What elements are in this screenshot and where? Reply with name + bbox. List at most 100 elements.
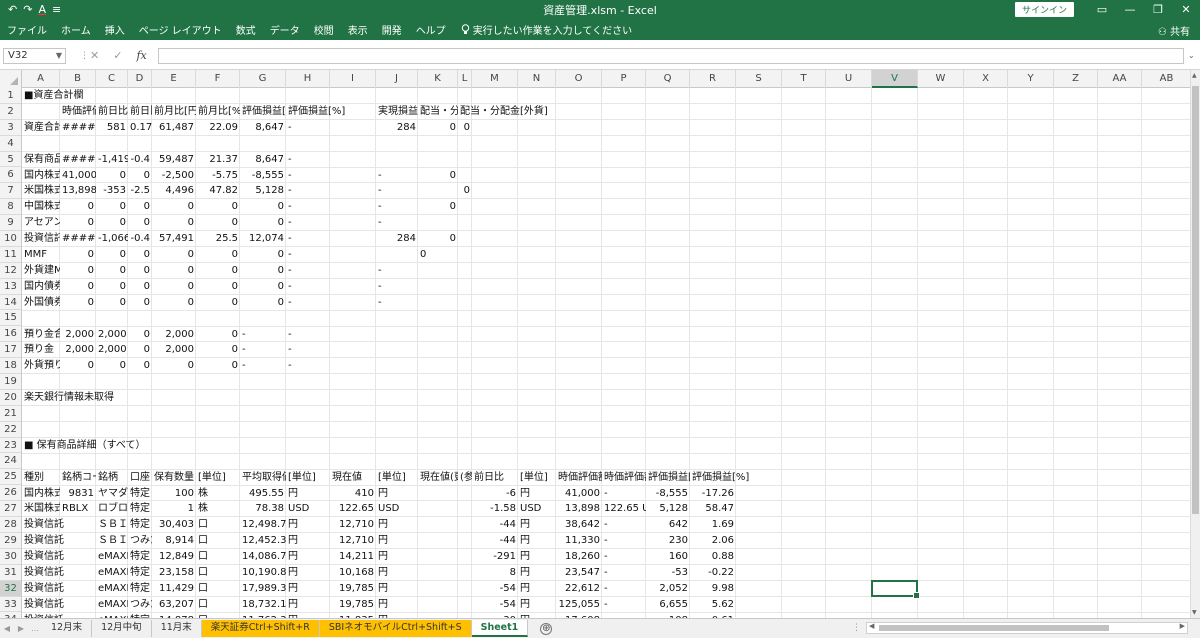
cell-e9[interactable]: 0	[152, 215, 196, 231]
row-header-24[interactable]: 24	[0, 453, 21, 470]
cell-r32[interactable]: 9.98	[690, 581, 736, 597]
row-header-17[interactable]: 17	[0, 342, 21, 359]
cell-f33[interactable]: 口	[196, 597, 240, 613]
column-header-aa[interactable]: AA	[1098, 70, 1142, 88]
cell-c32[interactable]: eMAXIS	[96, 581, 128, 597]
cell-g29[interactable]: 12,452.32	[240, 533, 286, 549]
cell-g26[interactable]: 495.55	[240, 486, 286, 502]
cell-h14[interactable]: -	[286, 295, 376, 311]
cell-a17[interactable]: 預り金	[22, 342, 60, 358]
cell-b10[interactable]: #####	[60, 231, 96, 247]
add-sheet-icon[interactable]: ⊕	[540, 622, 553, 635]
column-header-m[interactable]: M	[472, 70, 518, 88]
cell-f3[interactable]: 22.09	[196, 120, 240, 136]
cell-e10[interactable]: 57,491	[152, 231, 196, 247]
cell-q28[interactable]: 642	[646, 517, 690, 533]
cell-h6[interactable]: -	[286, 168, 376, 184]
row-header-3[interactable]: 3	[0, 120, 21, 136]
cell-c18[interactable]: 0	[96, 358, 128, 374]
cell-f18[interactable]: 0	[196, 358, 240, 374]
column-header-t[interactable]: T	[782, 70, 826, 88]
cell-c5[interactable]: -1,419	[96, 152, 128, 168]
cell-e25[interactable]: 保有数量	[152, 470, 196, 486]
cell-c31[interactable]: eMAXIS	[96, 565, 128, 581]
cell-h12[interactable]: -	[286, 263, 376, 279]
cell-g32[interactable]: 17,989.33	[240, 581, 286, 597]
cell-g13[interactable]: 0	[240, 279, 286, 295]
row-header-2[interactable]: 2	[0, 104, 21, 120]
cell-c13[interactable]: 0	[96, 279, 128, 295]
customize-qat-icon[interactable]: ≡	[52, 3, 61, 16]
cell-m25[interactable]: 前日比	[472, 470, 518, 486]
cell-d27[interactable]: 特定	[128, 501, 152, 517]
cell-g28[interactable]: 12,498.77	[240, 517, 286, 533]
cell-o28[interactable]: 38,642	[556, 517, 602, 533]
cell-f6[interactable]: -5.75	[196, 168, 240, 184]
cell-c12[interactable]: 0	[96, 263, 128, 279]
cell-b7[interactable]: 13,898	[60, 183, 96, 199]
cell-b16[interactable]: 2,000	[60, 327, 96, 343]
cell-f12[interactable]: 0	[196, 263, 240, 279]
cell-g16[interactable]: -	[240, 327, 286, 343]
cell-q30[interactable]: 160	[646, 549, 690, 565]
sheet-tab[interactable]: 12月中旬	[92, 620, 152, 637]
cell-j8[interactable]: -	[376, 199, 418, 215]
column-header-g[interactable]: G	[240, 70, 286, 88]
cell-j31[interactable]: 円	[376, 565, 472, 581]
cell-b8[interactable]: 0	[60, 199, 96, 215]
cell-d17[interactable]: 0	[128, 342, 152, 358]
cell-p25[interactable]: 時価評価額	[602, 470, 646, 486]
cell-f8[interactable]: 0	[196, 199, 240, 215]
cancel-icon[interactable]: ✕	[90, 49, 99, 62]
cell-b2[interactable]: 時価評価	[60, 104, 96, 120]
column-header-a[interactable]: A	[22, 70, 60, 88]
cell-b5[interactable]: #####	[60, 152, 96, 168]
cell-r27[interactable]: 58.47	[690, 501, 736, 517]
cell-o25[interactable]: 時価評価額	[556, 470, 602, 486]
row-header-31[interactable]: 31	[0, 565, 21, 581]
ribbon-display-options-icon[interactable]: ▭	[1088, 3, 1116, 16]
row-header-14[interactable]: 14	[0, 295, 21, 311]
cell-a6[interactable]: 国内株式	[22, 168, 60, 184]
cell-j28[interactable]: 円	[376, 517, 472, 533]
cell-a23[interactable]: ■ 保有商品詳細（すべて）	[22, 438, 1190, 454]
cell-r28[interactable]: 1.69	[690, 517, 736, 533]
cell-g18[interactable]: -	[240, 358, 286, 374]
row-header-25[interactable]: 25	[0, 469, 21, 486]
prev-sheet-icon[interactable]: ◀	[0, 624, 14, 633]
cell-m26[interactable]: -6	[472, 486, 518, 502]
cell-n33[interactable]: 円	[518, 597, 556, 613]
cell-q29[interactable]: 230	[646, 533, 690, 549]
cell-j6[interactable]: -	[376, 168, 418, 184]
cell-i27[interactable]: 122.65	[330, 501, 376, 517]
cell-a8[interactable]: 中国株式	[22, 199, 60, 215]
cell-a18[interactable]: 外貨預り金	[22, 358, 60, 374]
cell-b27[interactable]: RBLX	[60, 501, 96, 517]
row-header-8[interactable]: 8	[0, 199, 21, 216]
enter-icon[interactable]: ✓	[113, 49, 122, 62]
cell-j29[interactable]: 円	[376, 533, 472, 549]
cell-h16[interactable]: -	[286, 327, 1190, 343]
cell-p30[interactable]: -	[602, 549, 646, 565]
cell-n25[interactable]: [単位]	[518, 470, 556, 486]
cell-g8[interactable]: 0	[240, 199, 286, 215]
cell-o31[interactable]: 23,547	[556, 565, 602, 581]
cell-g30[interactable]: 14,086.70	[240, 549, 286, 565]
row-header-13[interactable]: 13	[0, 279, 21, 295]
cell-k6[interactable]: 0	[418, 168, 458, 184]
redo-icon[interactable]: ↷	[23, 3, 32, 16]
row-header-33[interactable]: 33	[0, 597, 21, 613]
cell-f5[interactable]: 21.37	[196, 152, 240, 168]
cell-e31[interactable]: 23,158	[152, 565, 196, 581]
cell-e6[interactable]: -2,500	[152, 168, 196, 184]
row-header-27[interactable]: 27	[0, 501, 21, 518]
cell-i25[interactable]: 現在値	[330, 470, 376, 486]
cell-e14[interactable]: 0	[152, 295, 196, 311]
share-button[interactable]: ⚇ 共有	[1158, 23, 1190, 38]
cell-h13[interactable]: -	[286, 279, 376, 295]
cell-d13[interactable]: 0	[128, 279, 152, 295]
cell-o27[interactable]: 13,898	[556, 501, 602, 517]
column-header-ab[interactable]: AB	[1142, 70, 1192, 88]
scroll-right-icon[interactable]: ▶	[1180, 622, 1185, 630]
cell-c29[interactable]: ＳＢＩ・	[96, 533, 128, 549]
